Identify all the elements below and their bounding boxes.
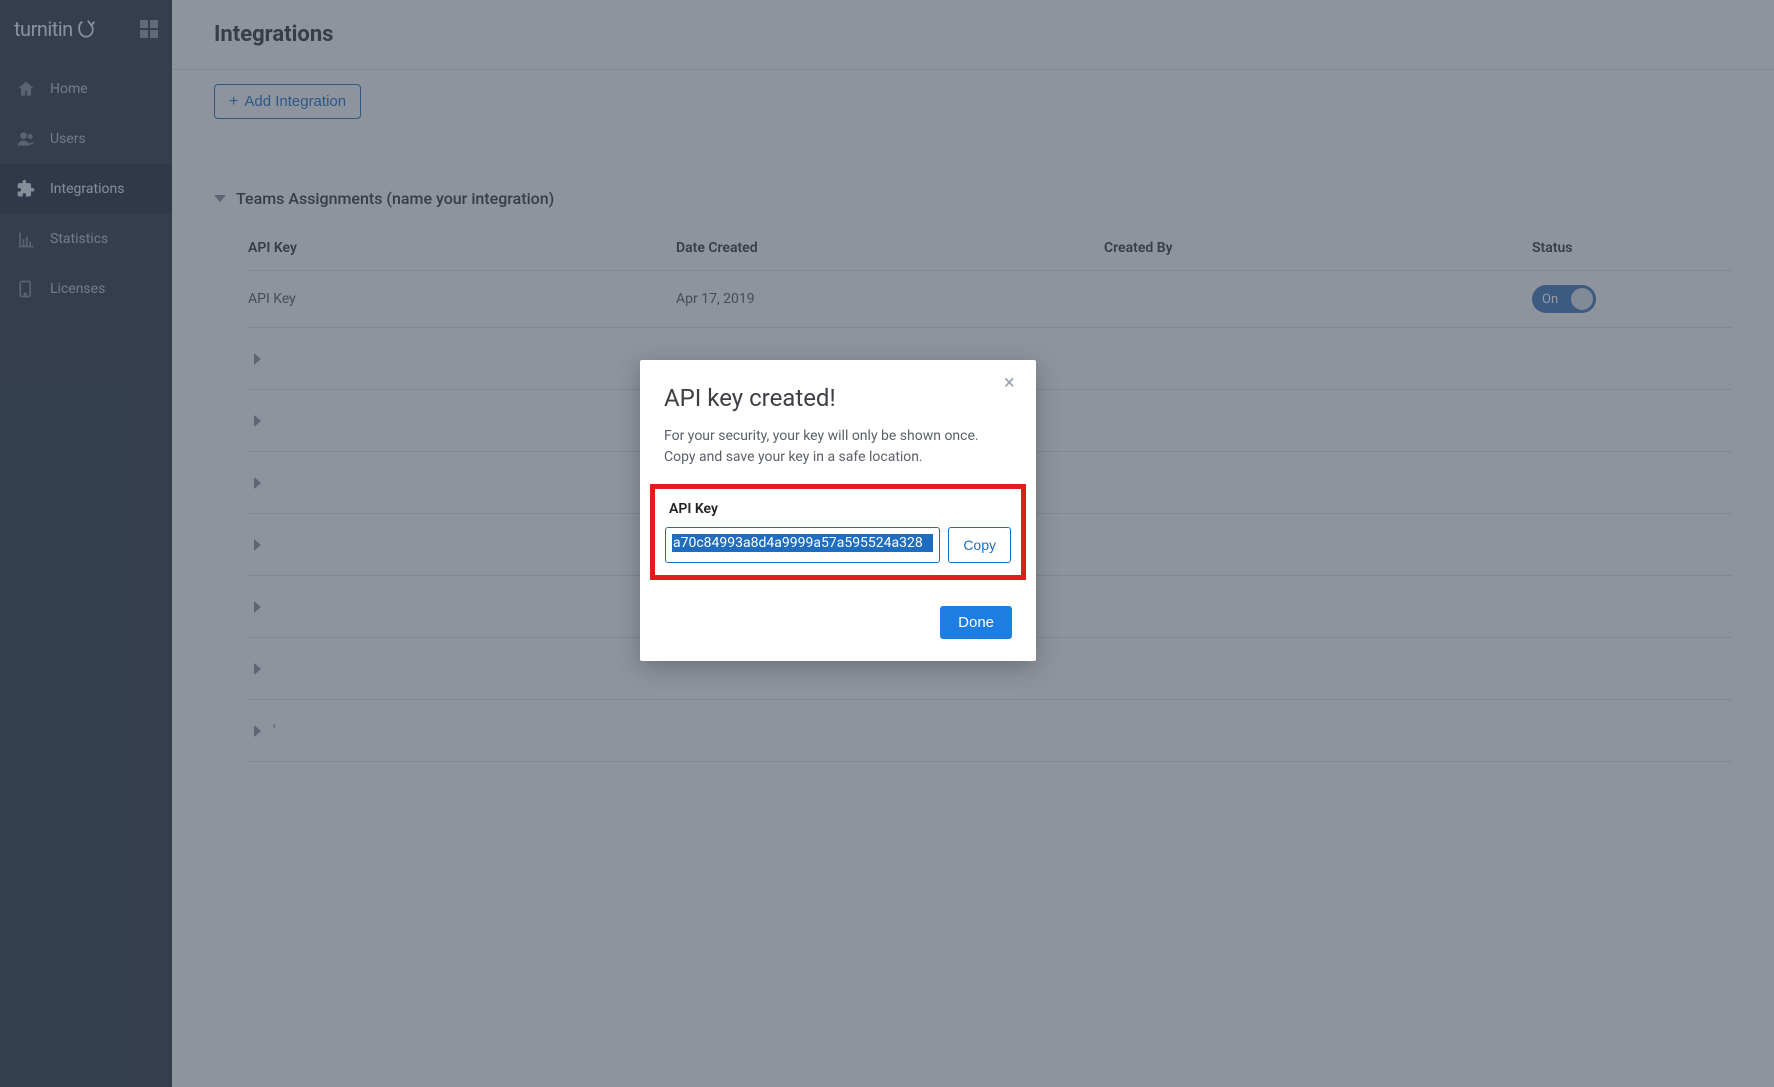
modal-title: API key created! (664, 384, 1012, 412)
api-key-value: a70c84993a8d4a9999a57a595524a328 (672, 534, 933, 552)
api-key-input[interactable]: a70c84993a8d4a9999a57a595524a328 (665, 527, 940, 563)
copy-button[interactable]: Copy (948, 527, 1011, 563)
done-button[interactable]: Done (940, 606, 1012, 639)
modal-description: For your security, your key will only be… (664, 426, 1012, 468)
api-key-highlight: API Key a70c84993a8d4a9999a57a595524a328… (650, 484, 1026, 580)
api-key-field-label: API Key (663, 501, 1013, 517)
api-key-row: a70c84993a8d4a9999a57a595524a328 Copy (663, 527, 1013, 563)
close-icon[interactable]: × (1004, 372, 1022, 390)
modal-footer: Done (664, 606, 1012, 639)
api-key-modal: × API key created! For your security, yo… (640, 360, 1036, 661)
